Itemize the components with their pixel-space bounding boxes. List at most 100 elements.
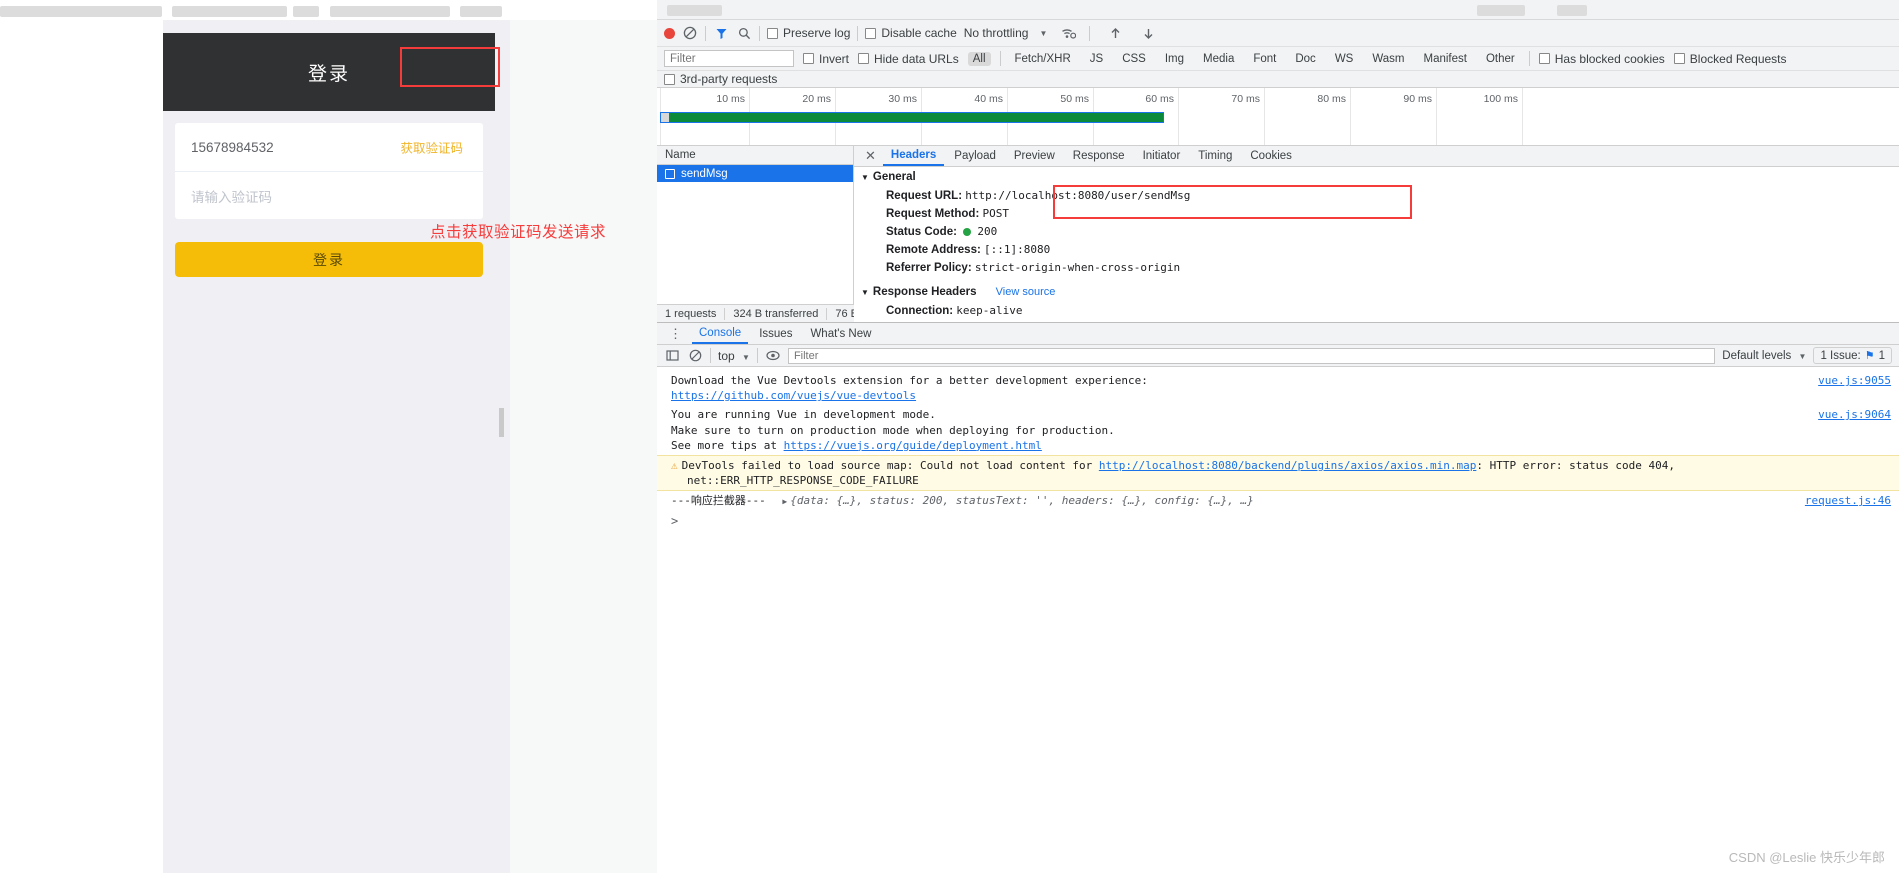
- import-har-icon[interactable]: [1107, 25, 1123, 41]
- devtools-tab-ghost[interactable]: [1477, 5, 1525, 16]
- general-section-header[interactable]: ▼ General: [854, 167, 1899, 186]
- throttling-value: No throttling: [963, 26, 1029, 40]
- header-remote-address: Remote Address: [::1]:8080: [854, 240, 1899, 258]
- network-overview-timeline[interactable]: 10 ms 20 ms 30 ms 40 ms 50 ms 60 ms 70 m…: [657, 88, 1899, 146]
- clear-console-icon[interactable]: [687, 348, 703, 364]
- status-ok-icon: [963, 227, 972, 236]
- type-filter-img[interactable]: Img: [1160, 52, 1189, 66]
- has-blocked-cookies-checkbox[interactable]: Has blocked cookies: [1538, 52, 1665, 66]
- third-party-requests-checkbox[interactable]: 3rd-party requests: [664, 72, 777, 86]
- view-source-link[interactable]: View source: [996, 286, 1056, 298]
- checkbox-box[interactable]: [858, 53, 870, 64]
- type-filter-font[interactable]: Font: [1248, 52, 1281, 66]
- type-filter-all[interactable]: All: [967, 51, 991, 66]
- console-source-link[interactable]: request.js:46: [1805, 493, 1891, 508]
- type-filter-other[interactable]: Other: [1481, 52, 1520, 66]
- checkbox-box[interactable]: [803, 53, 814, 64]
- tab-headers[interactable]: Headers: [882, 146, 945, 166]
- console-message-link[interactable]: https://vuejs.org/guide/deployment.html: [784, 439, 1042, 452]
- console-message-link[interactable]: http://localhost:8080/backend/plugins/ax…: [1099, 459, 1477, 472]
- tab-cookies[interactable]: Cookies: [1242, 147, 1300, 165]
- tab-payload[interactable]: Payload: [946, 147, 1004, 165]
- overview-selection-band[interactable]: [660, 112, 1164, 123]
- console-message-link[interactable]: https://github.com/vuejs/vue-devtools: [671, 388, 1759, 403]
- checkbox-box[interactable]: [865, 27, 877, 39]
- tab-ghost[interactable]: [293, 6, 319, 17]
- code-field-row[interactable]: 请输入验证码: [175, 171, 483, 219]
- preserve-log-checkbox[interactable]: Preserve log: [767, 26, 850, 40]
- more-options-icon[interactable]: ⋮: [663, 327, 688, 340]
- detail-tab-bar: ✕ Headers Payload Preview Response Initi…: [854, 146, 1899, 167]
- type-filter-js[interactable]: JS: [1085, 52, 1108, 66]
- checkbox-box[interactable]: [1538, 53, 1550, 64]
- request-checkbox[interactable]: [665, 168, 675, 179]
- login-submit-button[interactable]: 登录: [175, 242, 483, 277]
- export-har-icon[interactable]: [1140, 25, 1156, 41]
- blocked-requests-checkbox[interactable]: Blocked Requests: [1673, 52, 1787, 66]
- console-toolbar: top ▼ Default levels ▼ 1 Issue: ⚑ 1: [657, 345, 1899, 367]
- checkbox-box[interactable]: [767, 27, 778, 39]
- console-message-vue-devtools: Download the Vue Devtools extension for …: [657, 371, 1899, 405]
- console-message-text: : HTTP error: status code 404,: [1476, 458, 1676, 472]
- phone-input-value[interactable]: 15678984532: [191, 140, 274, 155]
- console-source-link[interactable]: vue.js:9064: [1818, 407, 1891, 422]
- timeline-tick-label: 10 ms: [716, 93, 745, 105]
- disable-cache-checkbox[interactable]: Disable cache: [865, 26, 957, 40]
- tab-ghost[interactable]: [460, 6, 502, 17]
- type-filter-media[interactable]: Media: [1198, 52, 1239, 66]
- panel-resize-handle[interactable]: [499, 408, 504, 437]
- search-icon[interactable]: [736, 25, 752, 41]
- request-list-header[interactable]: Name: [657, 146, 853, 165]
- tab-ghost[interactable]: [0, 6, 162, 17]
- general-label: General: [872, 171, 916, 183]
- log-levels-dropdown[interactable]: Default levels ▼: [1722, 350, 1806, 362]
- tab-preview[interactable]: Preview: [1006, 147, 1063, 165]
- request-row-sendmsg[interactable]: sendMsg: [657, 165, 853, 182]
- tab-response[interactable]: Response: [1065, 147, 1133, 165]
- network-conditions-icon[interactable]: [1060, 25, 1076, 41]
- tab-issues[interactable]: Issues: [752, 325, 799, 343]
- tab-console[interactable]: Console: [692, 324, 749, 344]
- type-filter-manifest[interactable]: Manifest: [1419, 52, 1472, 66]
- invert-checkbox[interactable]: Invert: [803, 52, 849, 66]
- console-object-preview[interactable]: {data: {…}, status: 200, statusText: '',…: [790, 494, 1254, 507]
- verification-code-input[interactable]: 请输入验证码: [191, 186, 272, 206]
- hide-data-urls-checkbox[interactable]: Hide data URLs: [858, 52, 959, 66]
- header-key: Connection:: [886, 304, 954, 317]
- type-filter-fetch-xhr[interactable]: Fetch/XHR: [1010, 52, 1076, 66]
- type-filter-css[interactable]: CSS: [1117, 52, 1151, 66]
- phone-field-row[interactable]: 15678984532 获取验证码: [175, 123, 483, 171]
- throttling-dropdown[interactable]: No throttling: [964, 26, 1029, 40]
- type-filter-wasm[interactable]: Wasm: [1367, 52, 1409, 66]
- tab-initiator[interactable]: Initiator: [1135, 147, 1189, 165]
- checkbox-box[interactable]: [1673, 53, 1685, 64]
- console-source-link[interactable]: vue.js:9055: [1818, 373, 1891, 388]
- issues-badge[interactable]: 1 Issue: ⚑ 1: [1813, 347, 1892, 364]
- clear-icon[interactable]: [682, 25, 698, 41]
- response-headers-section-header[interactable]: ▼ Response Headers View source: [854, 282, 1899, 301]
- record-dot-icon[interactable]: [664, 27, 675, 39]
- tab-ghost[interactable]: [330, 6, 450, 17]
- console-filter-input[interactable]: [787, 347, 1716, 364]
- network-filter-input[interactable]: [664, 50, 794, 67]
- tab-ghost[interactable]: [172, 6, 287, 17]
- type-filter-ws[interactable]: WS: [1330, 52, 1359, 66]
- chevron-down-icon[interactable]: ▼: [1039, 29, 1047, 38]
- response-header-connection: Connection: keep-alive: [854, 301, 1899, 319]
- funnel-icon[interactable]: [713, 25, 729, 41]
- get-verification-code-button[interactable]: 获取验证码: [396, 136, 467, 159]
- console-sidebar-icon[interactable]: [664, 348, 680, 364]
- close-icon[interactable]: ✕: [860, 148, 881, 164]
- devtools-tab-ghost[interactable]: [1557, 5, 1587, 16]
- expand-object-icon[interactable]: ▶: [782, 497, 787, 506]
- execution-context-dropdown[interactable]: top ▼: [718, 349, 750, 363]
- live-expression-icon[interactable]: [765, 348, 781, 364]
- tab-timing[interactable]: Timing: [1190, 147, 1240, 165]
- type-filter-doc[interactable]: Doc: [1290, 52, 1320, 66]
- browser-tab-strip: [0, 0, 657, 20]
- tab-whats-new[interactable]: What's New: [803, 325, 878, 343]
- checkbox-box[interactable]: [664, 73, 675, 85]
- devtools-tab-ghost[interactable]: [667, 5, 722, 16]
- console-input-prompt[interactable]: >: [657, 510, 1899, 528]
- console-message-interceptor: ---响应拦截器--- ▶ {data: {…}, status: 200, st…: [657, 491, 1899, 510]
